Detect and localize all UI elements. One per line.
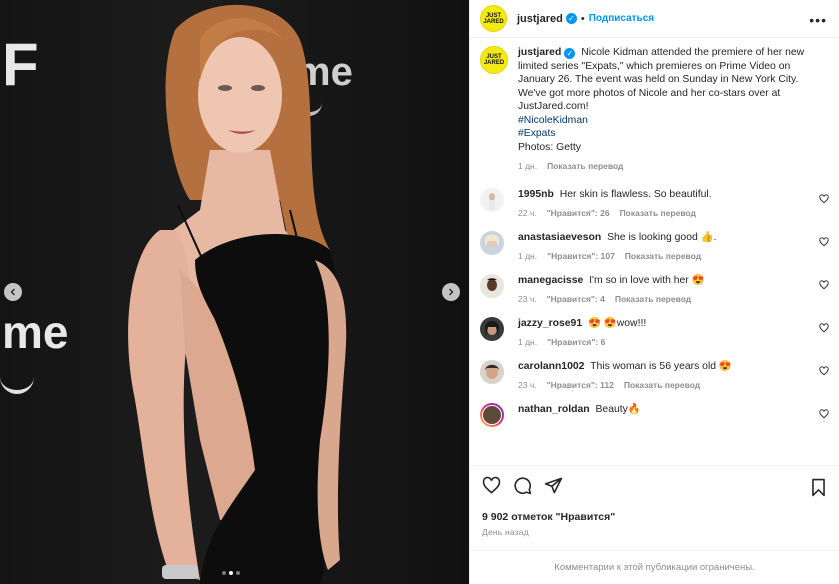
caption: JUST JARED justjared ✓ Nicole Kidman atte… [480,46,829,174]
instagram-post: F me me JUST JARED justjared ✓ • Подписа… [0,0,839,584]
comment: manegacisse I'm so in love with her 😍 23… [480,273,829,307]
verified-icon: ✓ [564,48,576,59]
comment-username[interactable]: manegacisse [518,275,583,286]
heart-icon[interactable] [819,236,829,247]
comment-text: She is looking good 👍. [607,231,717,243]
translate-button[interactable]: Показать перевод [624,379,700,393]
caption-credit: Photos: Getty [518,141,581,153]
share-icon[interactable] [544,476,563,495]
heart-icon[interactable] [819,322,829,333]
verified-icon: ✓ [565,13,577,24]
comment-username[interactable]: 1995nb [518,189,554,200]
comment-text: Her skin is flawless. So beautiful. [559,188,712,200]
avatar[interactable] [480,230,504,255]
heart-icon[interactable] [819,365,829,376]
likes-count[interactable]: "Нравится": 26 [547,207,610,221]
comment-text: This woman is 56 years old 😍 [590,360,732,372]
likes-count[interactable]: "Нравится": 107 [547,250,615,264]
post-media[interactable]: F me me [0,0,469,584]
timestamp[interactable]: 22 ч. [518,207,537,221]
post-photo [128,4,347,584]
action-bar: 9 902 отметок "Нравится" День назад [470,465,839,537]
slide-indicator [222,571,240,575]
slide-dot [222,571,226,575]
post-timestamp[interactable]: День назад [482,527,827,537]
comment: 1995nb Her skin is flawless. So beautifu… [480,187,829,221]
avatar[interactable]: JUST JARED [480,46,508,74]
caption-username[interactable]: justjared [518,47,561,58]
separator-dot: • [580,12,585,25]
translate-button[interactable]: Показать перевод [625,250,701,264]
chevron-right-icon [449,288,454,296]
wristwatch [162,565,198,579]
chevron-left-icon [10,288,15,296]
slide-dot [236,571,240,575]
comments-limited-notice: Комментарии к этой публикации ограничены… [470,550,839,584]
avatar[interactable] [480,316,504,341]
follow-button[interactable]: Подписаться [589,13,654,24]
heart-icon[interactable] [819,408,829,419]
likes-count[interactable]: "Нравится": 4 [547,293,605,307]
post-panel: JUST JARED justjared ✓ • Подписаться •••… [469,0,839,584]
author-username[interactable]: justjared [517,13,563,25]
likes-count[interactable]: "Нравится": 112 [547,379,614,393]
post-header: JUST JARED justjared ✓ • Подписаться ••• [470,0,839,38]
comment-text: 😍 😍wow!!! [588,317,647,329]
timestamp[interactable]: 1 дн. [518,336,537,350]
comment: nathan_roldan Beauty🔥 [480,402,829,427]
hashtag-link[interactable]: #NicoleKidman [518,114,811,128]
comment-username[interactable]: jazzy_rose91 [518,318,582,329]
timestamp[interactable]: 1 дн. [518,160,537,174]
heart-icon[interactable] [819,279,829,290]
timestamp[interactable]: 1 дн. [518,250,537,264]
comments-list[interactable]: JUST JARED justjared ✓ Nicole Kidman atte… [470,46,839,461]
hashtag-link[interactable]: #Expats [518,127,811,141]
avatar[interactable]: JUST JARED [480,5,507,32]
comment-text: Beauty🔥 [595,403,641,415]
translate-button[interactable]: Показать перевод [615,293,691,307]
next-slide-button[interactable] [442,283,460,301]
translate-button[interactable]: Показать перевод [547,160,623,174]
avatar[interactable] [480,273,504,298]
likes-count[interactable]: "Нравится": 6 [547,336,605,350]
avatar[interactable] [480,359,504,384]
comment: jazzy_rose91 😍 😍wow!!! 1 дн. "Нравится":… [480,316,829,350]
comment-username[interactable]: nathan_roldan [518,404,590,415]
comment-username[interactable]: anastasiaeveson [518,232,601,243]
comment-icon[interactable] [513,476,532,495]
timestamp[interactable]: 23 ч. [518,379,537,393]
more-icon[interactable]: ••• [809,12,827,28]
likes-count[interactable]: 9 902 отметок "Нравится" [482,511,827,523]
comment-username[interactable]: carolann1002 [518,361,584,372]
heart-icon[interactable] [482,476,501,495]
heart-icon[interactable] [819,193,829,204]
previous-slide-button[interactable] [4,283,22,301]
timestamp[interactable]: 23 ч. [518,293,537,307]
comment: anastasiaeveson She is looking good 👍. 1… [480,230,829,264]
bookmark-icon[interactable] [810,478,827,497]
translate-button[interactable]: Показать перевод [620,207,696,221]
avatar[interactable] [480,402,504,427]
slide-dot-active [229,571,233,575]
avatar[interactable] [480,187,504,212]
comment: carolann1002 This woman is 56 years old … [480,359,829,393]
comment-text: I'm so in love with her 😍 [589,274,705,286]
